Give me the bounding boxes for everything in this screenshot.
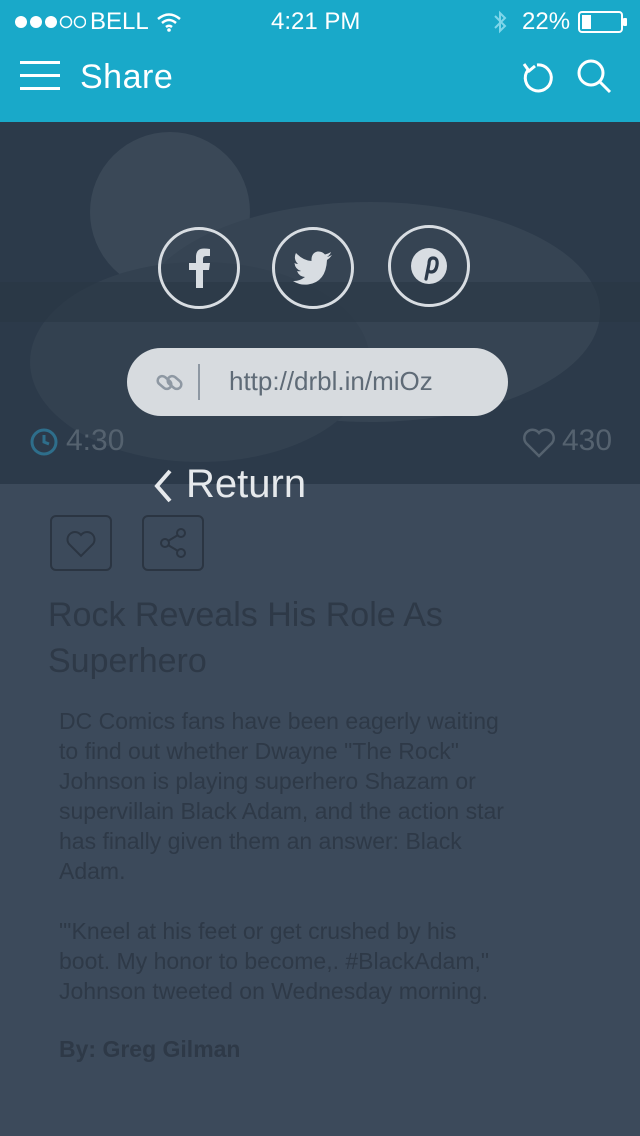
article-title-line-2: Superhero [48, 642, 207, 680]
twitter-icon [293, 251, 332, 285]
share-link-field[interactable]: http://drbl.in/miOz [127, 348, 508, 416]
paragraph-line: supervillain Black Adam, and the action … [59, 798, 504, 824]
facebook-icon [189, 248, 210, 288]
paragraph-line: DC Comics fans have been eagerly waiting [59, 708, 499, 734]
battery-percent: 22% [522, 8, 571, 35]
link-icon [155, 368, 185, 403]
article-paragraph-2: "'Kneel at his feet or get crushed by hi… [59, 916, 489, 1006]
article-title: Rock Reveals His Role As Superhero [48, 592, 443, 684]
paragraph-line: Johnson is playing superhero Shazam or [59, 768, 476, 794]
status-time: 4:21 PM [271, 8, 361, 35]
paragraph-line: has finally given them an answer: Black [59, 828, 462, 854]
article-time: 4:30 [66, 424, 125, 457]
heart-outline-icon [66, 531, 96, 558]
page-title: Share [80, 58, 174, 96]
share-link-url[interactable]: http://drbl.in/miOz [229, 366, 433, 397]
twitter-share-button[interactable] [272, 227, 354, 309]
return-label: Return [186, 462, 307, 506]
refresh-icon[interactable] [520, 60, 556, 101]
like-count: 430 [562, 424, 613, 457]
link-divider [198, 364, 200, 400]
facebook-share-button[interactable] [158, 227, 240, 309]
wifi-icon [156, 12, 182, 37]
article-paragraph-1: DC Comics fans have been eagerly waiting… [59, 706, 504, 886]
carrier-label: BELL [90, 8, 149, 35]
menu-icon[interactable] [20, 59, 60, 96]
article-byline: By: Greg Gilman [59, 1036, 241, 1062]
paragraph-line: to find out whether Dwayne "The Rock" [59, 738, 459, 764]
share-button[interactable] [142, 515, 204, 571]
favorite-button[interactable] [50, 515, 112, 571]
article-title-line-1: Rock Reveals His Role As [48, 596, 443, 634]
paragraph-line: boot. My honor to become,. #BlackAdam," [59, 948, 490, 974]
pinterest-icon [411, 248, 447, 284]
paragraph-line: Johnson tweeted on Wednesday morning. [59, 978, 489, 1004]
paragraph-line: Adam. [59, 858, 126, 884]
search-icon[interactable] [576, 58, 612, 99]
heart-icon [522, 428, 556, 463]
paragraph-line: "'Kneel at his feet or get crushed by hi… [59, 918, 457, 944]
battery-icon [578, 11, 628, 38]
pinterest-share-button[interactable] [388, 225, 470, 307]
clock-icon [30, 428, 58, 461]
status-bar: BELL 4:21 PM 22% [0, 0, 640, 44]
signal-dots-icon [14, 14, 87, 35]
share-icon [160, 528, 186, 558]
chevron-left-icon [152, 468, 174, 509]
bluetooth-icon [492, 10, 508, 39]
app-header: Share [0, 44, 640, 122]
article-body: Rock Reveals His Role As Superhero DC Co… [0, 484, 640, 1136]
